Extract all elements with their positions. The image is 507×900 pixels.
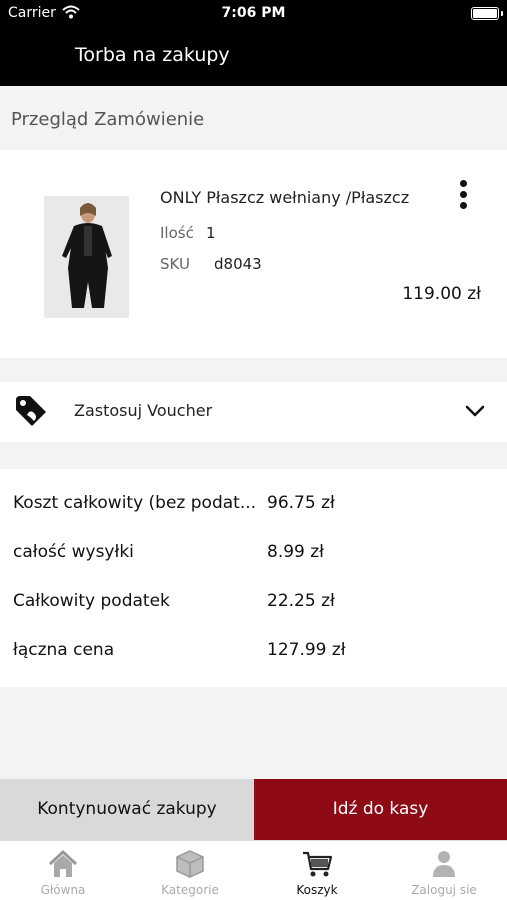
voucher-toggle[interactable]: Zastosuj Voucher (0, 382, 507, 442)
cart-icon (303, 851, 333, 877)
tax-row: Całkowity podatek 22.25 zł (0, 586, 507, 616)
grand-total-row: łączna cena 127.99 zł (0, 635, 507, 665)
cube-icon (176, 850, 204, 878)
total-label: całość wysyłki (13, 542, 134, 562)
tab-cart[interactable]: Koszyk (254, 841, 380, 900)
order-review-header: Przegląd Zamówienie (11, 109, 205, 130)
tab-label: Główna (40, 883, 86, 897)
sku-value: d8043 (214, 255, 262, 273)
quantity-label: Ilość (160, 224, 194, 242)
tag-icon (16, 396, 46, 426)
battery-icon (471, 7, 499, 20)
home-icon (48, 850, 78, 877)
total-label: łączna cena (13, 640, 115, 660)
total-value: 96.75 zł (267, 493, 335, 513)
total-value: 127.99 zł (267, 640, 346, 660)
tab-categories[interactable]: Kategorie (127, 841, 253, 900)
product-image[interactable] (44, 196, 129, 318)
sku-label: SKU (160, 255, 190, 273)
voucher-label: Zastosuj Voucher (74, 401, 213, 420)
status-bar: Carrier 7:06 PM (0, 0, 507, 28)
chevron-down-icon[interactable] (464, 402, 486, 420)
quantity-value: 1 (206, 224, 216, 242)
order-summary: Koszt całkowity (bez podat... 96.75 zł c… (0, 469, 507, 687)
navigation-bar: Torba na zakupy (0, 28, 507, 86)
cart-item[interactable]: ONLY Płaszcz wełniany /Płaszcz Ilość 1 S… (0, 150, 507, 358)
battery-tip (501, 11, 503, 16)
product-price: 119.00 zł (402, 284, 481, 304)
tab-login[interactable]: Zaloguj sie (381, 841, 507, 900)
total-value: 8.99 zł (267, 542, 325, 562)
clock: 7:06 PM (221, 5, 286, 21)
tab-label: Zaloguj sie (411, 883, 477, 897)
tab-home[interactable]: Główna (0, 841, 126, 900)
tab-label: Koszyk (296, 883, 338, 897)
user-icon (433, 851, 455, 877)
tab-bar: Główna Kategorie Koszyk Zaloguj sie (0, 840, 507, 900)
checkout-button[interactable]: Idź do kasy (254, 779, 507, 840)
more-options-icon[interactable] (452, 178, 476, 212)
coat-photo (44, 196, 129, 318)
continue-shopping-button[interactable]: Kontynuować zakupy (0, 779, 254, 840)
total-value: 22.25 zł (267, 591, 335, 611)
total-label: Całkowity podatek (13, 591, 170, 611)
total-label: Koszt całkowity (bez podat... (13, 493, 257, 513)
shipping-row: całość wysyłki 8.99 zł (0, 537, 507, 567)
page-title: Torba na zakupy (75, 44, 230, 66)
product-name[interactable]: ONLY Płaszcz wełniany /Płaszcz (160, 188, 409, 207)
tab-label: Kategorie (161, 883, 219, 897)
subtotal-row: Koszt całkowity (bez podat... 96.75 zł (0, 488, 507, 518)
